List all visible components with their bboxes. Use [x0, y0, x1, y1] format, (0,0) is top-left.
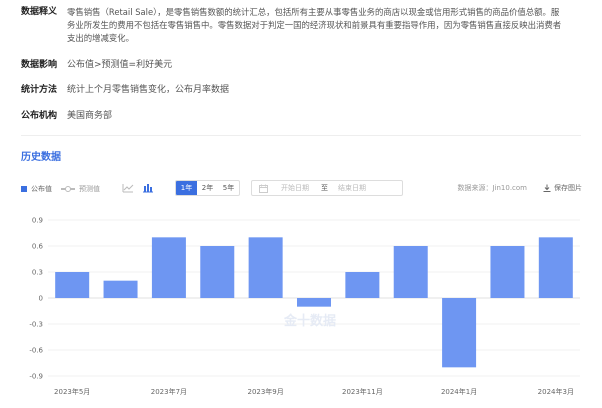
legend-published-label: 公布值: [31, 185, 52, 193]
bar[interactable]: [442, 298, 477, 368]
info-row-definition: 数据释义 零售销售（Retail Sale），是零售销售数额的统计汇总，包括所有…: [21, 6, 581, 46]
info-label: 数据影响: [21, 60, 58, 70]
save-image-label: 保存图片: [554, 184, 582, 192]
info-label: 统计方法: [21, 85, 58, 95]
range-selector: 1年 2年 5年: [175, 180, 240, 196]
bar[interactable]: [393, 246, 428, 298]
download-icon: [543, 184, 551, 192]
bar[interactable]: [248, 237, 283, 298]
info-row-publisher: 公布机构 美国商务部: [21, 110, 421, 123]
bar[interactable]: [200, 246, 235, 298]
info-line: 务业所发生的费用不包括在零售销售中。零售数据对于判定一国的经济现状和前景具有重要…: [67, 20, 562, 30]
y-axis-labels: 0.9 0.6 0.3 0 -0.3 -0.6 -0.9: [29, 217, 43, 381]
calendar-icon: [259, 184, 268, 193]
line-chart-icon[interactable]: [121, 181, 135, 195]
x-tick-label: 2024年3月: [538, 387, 574, 396]
data-source: 数据来源：Jin10.com: [457, 184, 527, 192]
y-tick-label: 0.3: [32, 269, 43, 277]
y-tick-label: -0.6: [29, 347, 43, 355]
range-5y-button[interactable]: 5年: [218, 181, 239, 195]
info-row-impact: 数据影响 公布值>预测值=利好美元: [21, 59, 421, 72]
info-label: 数据释义: [21, 7, 58, 17]
watermark: 金十数据: [283, 313, 336, 329]
bar[interactable]: [151, 237, 186, 298]
x-tick-label: 2023年5月: [54, 387, 90, 396]
bar[interactable]: [103, 280, 138, 298]
section-title: 历史数据: [21, 152, 61, 163]
legend-swatch: [21, 186, 27, 192]
bar[interactable]: [297, 298, 331, 307]
x-tick-label: 2023年7月: [151, 387, 187, 396]
bar[interactable]: [538, 237, 573, 298]
info-line: 支出的增减变化。: [67, 33, 134, 43]
date-separator: 至: [321, 184, 328, 192]
info-value: 美国商务部: [67, 111, 113, 121]
x-tick-label: 2023年9月: [247, 387, 283, 396]
end-date-input[interactable]: 结束日期: [338, 183, 366, 193]
info-value: 统计上个月零售销售变化，公布月率数据: [67, 85, 230, 95]
x-axis-labels: 2023年5月 2023年7月 2023年9月 2023年11月 2024年1月 2024…: [54, 387, 574, 396]
start-date-input[interactable]: 开始日期: [281, 183, 309, 193]
bar[interactable]: [55, 272, 90, 298]
bar-chart: 0.90.60.30-0.3-0.6-0.9 2023年5月 2023年7月 202…: [29, 217, 580, 396]
bar[interactable]: [490, 246, 525, 298]
y-tick-label: 0: [39, 295, 43, 303]
divider: [21, 135, 581, 136]
y-tick-label: 0.6: [32, 243, 44, 251]
range-2y-button[interactable]: 2年: [197, 181, 218, 195]
chart-bars: [55, 237, 573, 368]
legend-forecast[interactable]: 预测值: [61, 184, 100, 194]
info-value: 公布值>预测值=利好美元: [67, 60, 173, 70]
x-tick-label: 2023年11月: [342, 387, 383, 396]
info-value: 零售销售（Retail Sale），是零售销售数额的统计汇总，包括所有主要从事零…: [67, 6, 561, 45]
legend-published[interactable]: 公布值: [21, 184, 52, 194]
x-tick-label: 2024年1月: [441, 387, 477, 396]
save-image-button[interactable]: 保存图片: [543, 183, 582, 193]
bar-chart-icon[interactable]: [141, 181, 155, 195]
chart-toolbar: 公布值 预测值 1年 2年 5年 开始日期 至 结束日期 数据来源：Jin10.…: [21, 180, 582, 196]
range-1y-button[interactable]: 1年: [176, 181, 197, 195]
info-line: 零售销售（Retail Sale），是零售销售数额的统计汇总，包括所有主要从事零…: [67, 7, 560, 17]
legend-swatch: [61, 186, 75, 192]
info-row-method: 统计方法 统计上个月零售销售变化，公布月率数据: [21, 84, 421, 97]
legend-forecast-label: 预测值: [79, 185, 100, 193]
info-label: 公布机构: [21, 111, 58, 121]
y-tick-label: -0.9: [29, 373, 43, 381]
y-tick-label: 0.9: [32, 217, 43, 225]
date-range-picker[interactable]: 开始日期 至 结束日期: [251, 180, 403, 196]
y-tick-label: -0.3: [29, 321, 43, 329]
bar[interactable]: [345, 272, 380, 298]
